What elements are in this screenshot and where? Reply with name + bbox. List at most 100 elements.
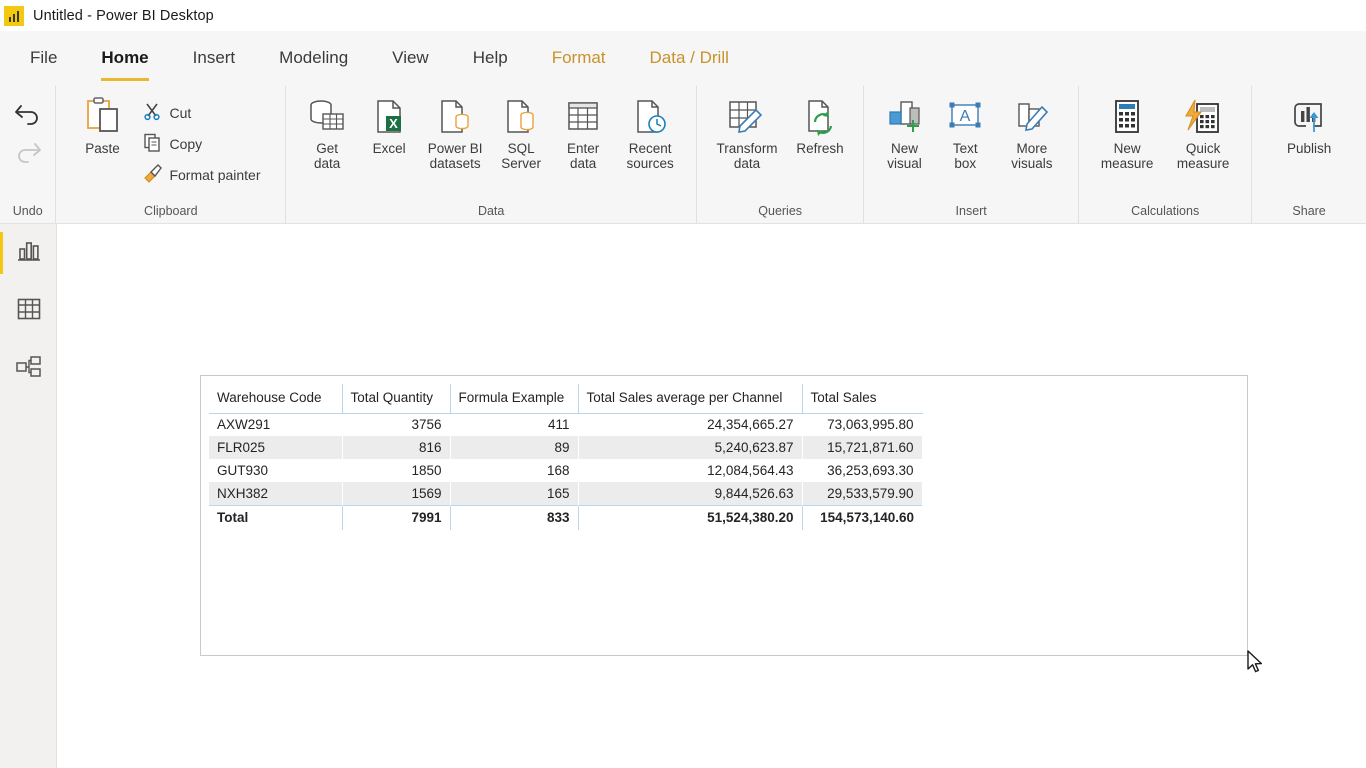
cell-formula-example: 168 — [450, 459, 579, 482]
cell-total-sales-average: 12,084,564.43 — [578, 459, 803, 482]
quick-measure-button-label: Quick measure — [1176, 141, 1230, 171]
new-measure-calculator-icon — [1108, 98, 1146, 136]
title-bar: Untitled - Power BI Desktop — [0, 0, 1366, 31]
cell-total-quantity: 1850 — [342, 459, 451, 482]
cell-formula-example: 165 — [450, 482, 579, 505]
ribbon-group-share-label: Share — [1292, 204, 1326, 218]
scissors-icon — [142, 101, 162, 124]
tab-insert-label: Insert — [192, 47, 236, 67]
tab-help[interactable]: Help — [473, 32, 508, 86]
ribbon-group-clipboard: Paste Cut Copy Format painter Clipboard — [55, 86, 285, 223]
cell-total-sales-average: 5,240,623.87 — [578, 436, 803, 459]
cut-button-label: Cut — [169, 104, 192, 121]
cell-total-sales: 15,721,871.60 — [802, 436, 923, 459]
power-bi-desktop-window: Untitled - Power BI Desktop File Home In… — [0, 0, 1366, 768]
column-header-formula-example[interactable]: Formula Example — [450, 384, 579, 414]
ribbon: Undo Paste Cut Copy Format painter Clipb… — [0, 86, 1366, 224]
paste-button-label: Paste — [85, 141, 120, 156]
publish-button[interactable]: Publish — [1273, 92, 1345, 156]
view-rail — [0, 224, 57, 768]
cell-total-quantity: 3756 — [342, 413, 451, 436]
tab-help-label: Help — [472, 47, 508, 67]
power-bi-datasets-icon — [435, 98, 475, 136]
paste-button[interactable]: Paste — [66, 92, 138, 156]
cell-warehouse-code: NXH382 — [209, 482, 343, 505]
tab-home-label: Home — [101, 47, 149, 67]
rail-item-model-view[interactable] — [0, 340, 57, 398]
enter-data-button-label: Enter data — [567, 141, 600, 171]
cut-button[interactable]: Cut — [138, 98, 264, 127]
ribbon-group-share: Publish Share — [1251, 86, 1366, 223]
rail-item-data-view[interactable] — [0, 282, 57, 340]
cell-formula-example-sum: 833 — [450, 504, 579, 530]
window-title: Untitled - Power BI Desktop — [33, 7, 214, 24]
refresh-circular-arrows-icon — [801, 98, 839, 136]
table-row[interactable]: AXW291 3756 411 24,354,665.27 73,063,995… — [209, 413, 923, 436]
copy-button-label: Copy — [169, 135, 203, 152]
tab-format[interactable]: Format — [552, 32, 606, 86]
table-row[interactable]: NXH382 1569 165 9,844,526.63 29,533,579.… — [209, 482, 923, 505]
undo-arrow-icon[interactable] — [13, 100, 43, 131]
ribbon-group-insert: New visual A Text box More visuals Inser… — [863, 86, 1078, 223]
cell-total-sales: 73,063,995.80 — [802, 413, 923, 436]
cell-warehouse-code: AXW291 — [209, 413, 343, 436]
column-header-total-sales-average-per-channel[interactable]: Total Sales average per Channel — [578, 384, 803, 414]
redo-arrow-icon — [13, 138, 43, 169]
enter-data-button[interactable]: Enter data — [552, 92, 614, 171]
paste-clipboard-icon — [80, 97, 124, 136]
model-relationships-icon — [15, 355, 43, 384]
table-row[interactable]: GUT930 1850 168 12,084,564.43 36,253,693… — [209, 459, 923, 482]
svg-text:A: A — [960, 108, 971, 125]
cell-total-sales-average: 24,354,665.27 — [578, 413, 803, 436]
table-visual[interactable]: Warehouse Code Total Quantity Formula Ex… — [209, 384, 923, 530]
table-visual-container[interactable]: Warehouse Code Total Quantity Formula Ex… — [200, 375, 1248, 656]
ribbon-tab-bar: File Home Insert Modeling View Help Form… — [0, 31, 1366, 86]
format-painter-button[interactable]: Format painter — [138, 160, 264, 189]
column-header-total-sales[interactable]: Total Sales — [802, 384, 922, 414]
ribbon-group-calculations-label: Calculations — [1131, 204, 1200, 218]
get-data-button[interactable]: Get data — [296, 92, 358, 171]
ribbon-group-data-label: Data — [477, 204, 505, 218]
cell-warehouse-code: GUT930 — [209, 459, 343, 482]
cell-total-label: Total — [209, 504, 343, 530]
ribbon-group-queries-label: Queries — [758, 204, 803, 218]
tab-file[interactable]: File — [30, 32, 57, 86]
recent-sources-clock-icon — [631, 98, 669, 136]
sql-server-button[interactable]: SQL Server — [490, 92, 552, 171]
text-box-button[interactable]: A Text box — [935, 92, 996, 171]
tab-home[interactable]: Home — [101, 32, 149, 86]
table-row[interactable]: FLR025 816 89 5,240,623.87 15,721,871.60 — [209, 436, 923, 459]
transform-data-button[interactable]: Transform data — [707, 92, 787, 171]
quick-measure-button[interactable]: Quick measure — [1165, 92, 1241, 171]
ribbon-group-undo: Undo — [0, 86, 55, 223]
more-visuals-button[interactable]: More visuals — [996, 92, 1069, 171]
copy-pages-icon — [142, 132, 162, 155]
more-visuals-pencil-icon — [1011, 98, 1053, 136]
tab-format-label: Format — [551, 47, 606, 67]
tab-view[interactable]: View — [392, 32, 429, 86]
new-measure-button[interactable]: New measure — [1089, 92, 1165, 171]
tab-file-label: File — [30, 47, 58, 67]
more-visuals-button-label: More visuals — [1011, 141, 1053, 171]
excel-button[interactable]: X Excel — [358, 92, 420, 156]
ribbon-group-queries: Transform data Refresh Queries — [696, 86, 863, 223]
tab-data-drill[interactable]: Data / Drill — [650, 32, 729, 86]
table-header-row: Warehouse Code Total Quantity Formula Ex… — [209, 384, 922, 414]
ribbon-group-undo-label: Undo — [12, 204, 43, 218]
new-visual-button[interactable]: New visual — [874, 92, 935, 171]
tab-view-label: View — [392, 47, 429, 67]
quick-measure-lightning-calculator-icon — [1182, 98, 1224, 136]
refresh-button-label: Refresh — [796, 141, 844, 156]
tab-modeling[interactable]: Modeling — [279, 32, 348, 86]
power-bi-datasets-button[interactable]: Power BI datasets — [420, 92, 490, 171]
report-canvas[interactable]: Warehouse Code Total Quantity Formula Ex… — [57, 224, 1366, 768]
tab-data-drill-label: Data / Drill — [649, 47, 729, 67]
rail-item-report-view[interactable] — [0, 224, 57, 282]
recent-sources-button[interactable]: Recent sources — [614, 92, 686, 171]
copy-button[interactable]: Copy — [138, 129, 264, 158]
refresh-button[interactable]: Refresh — [787, 92, 853, 156]
column-header-warehouse-code[interactable]: Warehouse Code — [209, 384, 343, 414]
tab-insert[interactable]: Insert — [193, 32, 236, 86]
column-header-total-quantity[interactable]: Total Quantity — [342, 384, 451, 414]
cell-formula-example: 89 — [450, 436, 579, 459]
